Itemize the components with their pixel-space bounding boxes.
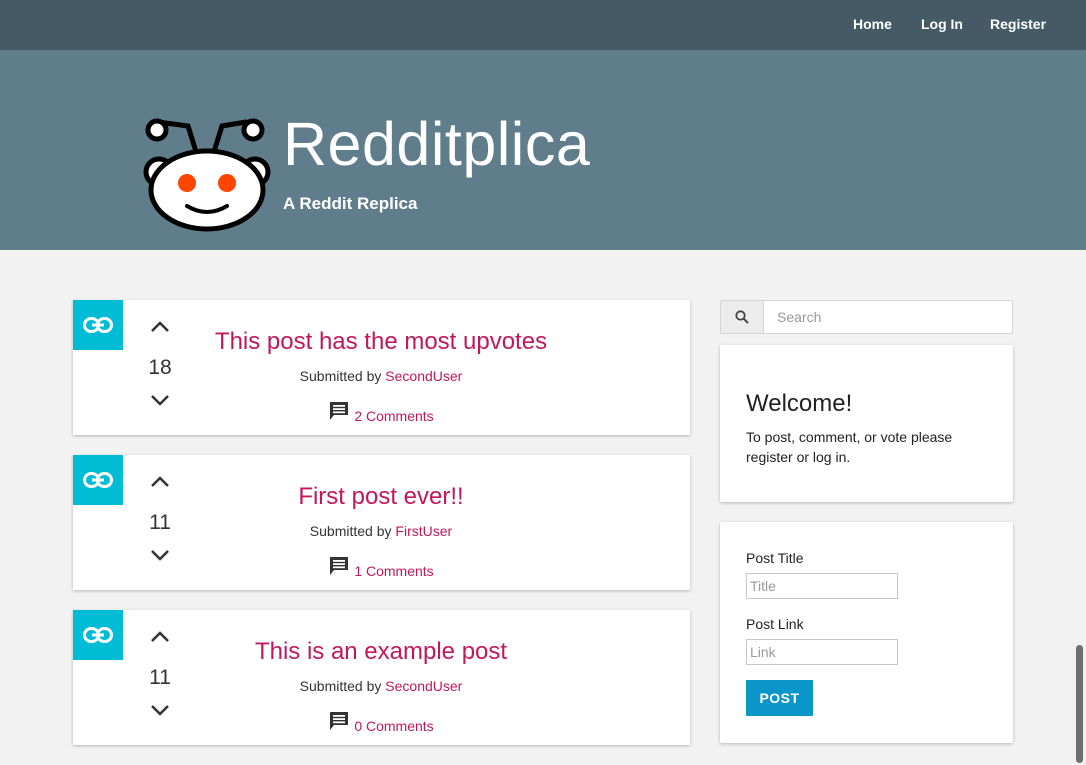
downvote-button[interactable] — [147, 390, 173, 410]
vote-score: 11 — [149, 511, 171, 534]
chevron-up-icon — [151, 321, 169, 332]
link-icon — [83, 317, 113, 333]
upvote-button[interactable] — [147, 627, 173, 647]
site-title: Redditplica — [283, 110, 591, 178]
chevron-up-icon — [151, 631, 169, 642]
link-icon — [83, 472, 113, 488]
site-header: Redditplica A Reddit Replica — [0, 50, 1086, 250]
page-scrollbar[interactable] — [1076, 645, 1083, 763]
comments-link[interactable]: 1 Comments — [354, 563, 433, 579]
post-card: 11 This is an example post Submitted by … — [73, 610, 690, 745]
chevron-up-icon — [151, 476, 169, 487]
vote-score: 18 — [148, 356, 172, 379]
post-submitted-by: Submitted by SecondUser — [196, 678, 566, 694]
post-submitted-by: Submitted by SecondUser — [196, 368, 566, 384]
post-link-button[interactable] — [73, 610, 123, 660]
vote-score: 11 — [149, 666, 171, 689]
comment-icon — [330, 557, 349, 575]
post-title-input[interactable] — [746, 573, 898, 599]
search-input[interactable] — [765, 301, 1012, 333]
new-post-form: Post Title Post Link POST — [720, 522, 1013, 743]
post-link-input[interactable] — [746, 639, 898, 665]
post-title-label: Post Title — [746, 550, 804, 566]
nav-register-link[interactable]: Register — [990, 16, 1046, 32]
post-author-link[interactable]: SecondUser — [385, 678, 462, 694]
post-title-link[interactable]: First post ever!! — [196, 483, 566, 511]
submitted-by-label: Submitted by — [309, 523, 396, 539]
welcome-text: To post, comment, or vote please registe… — [746, 429, 953, 465]
post-comments: 2 Comments — [196, 398, 566, 424]
welcome-title: Welcome! — [746, 390, 853, 417]
post-author-link[interactable]: SecondUser — [385, 368, 462, 384]
welcome-card: Welcome! To post, comment, or vote pleas… — [720, 345, 1013, 502]
post-card: 11 First post ever!! Submitted by FirstU… — [73, 455, 690, 590]
comments-link[interactable]: 0 Comments — [354, 718, 433, 734]
submitted-by-label: Submitted by — [299, 368, 386, 384]
site-tagline: A Reddit Replica — [283, 194, 418, 213]
post-link-button[interactable] — [73, 455, 123, 505]
post-title-link[interactable]: This post has the most upvotes — [196, 328, 566, 356]
upvote-button[interactable] — [147, 317, 173, 337]
submitted-by-label: Submitted by — [299, 678, 386, 694]
comment-icon — [330, 712, 349, 730]
post-author-link[interactable]: FirstUser — [395, 523, 452, 539]
search-button[interactable] — [721, 301, 764, 333]
post-link-label: Post Link — [746, 616, 804, 632]
chevron-down-icon — [151, 395, 169, 406]
post-comments: 1 Comments — [196, 553, 566, 579]
chevron-down-icon — [151, 705, 169, 716]
post-title-link[interactable]: This is an example post — [196, 638, 566, 666]
post-submitted-by: Submitted by FirstUser — [196, 523, 566, 539]
nav-home-link[interactable]: Home — [853, 16, 892, 32]
nav-login-link[interactable]: Log In — [921, 16, 963, 32]
post-submit-button[interactable]: POST — [746, 680, 813, 716]
post-comments: 0 Comments — [196, 708, 566, 734]
downvote-button[interactable] — [147, 545, 173, 565]
chevron-down-icon — [151, 550, 169, 561]
post-link-button[interactable] — [73, 300, 123, 350]
top-nav-bar: Home Log In Register — [0, 0, 1086, 50]
post-card: 18 This post has the most upvotes Submit… — [73, 300, 690, 435]
search-box — [720, 300, 1013, 334]
downvote-button[interactable] — [147, 700, 173, 720]
comment-icon — [330, 402, 349, 420]
link-icon — [83, 627, 113, 643]
upvote-button[interactable] — [147, 472, 173, 492]
search-icon — [735, 310, 749, 324]
reddit-alien-logo — [143, 118, 271, 232]
comments-link[interactable]: 2 Comments — [354, 408, 433, 424]
